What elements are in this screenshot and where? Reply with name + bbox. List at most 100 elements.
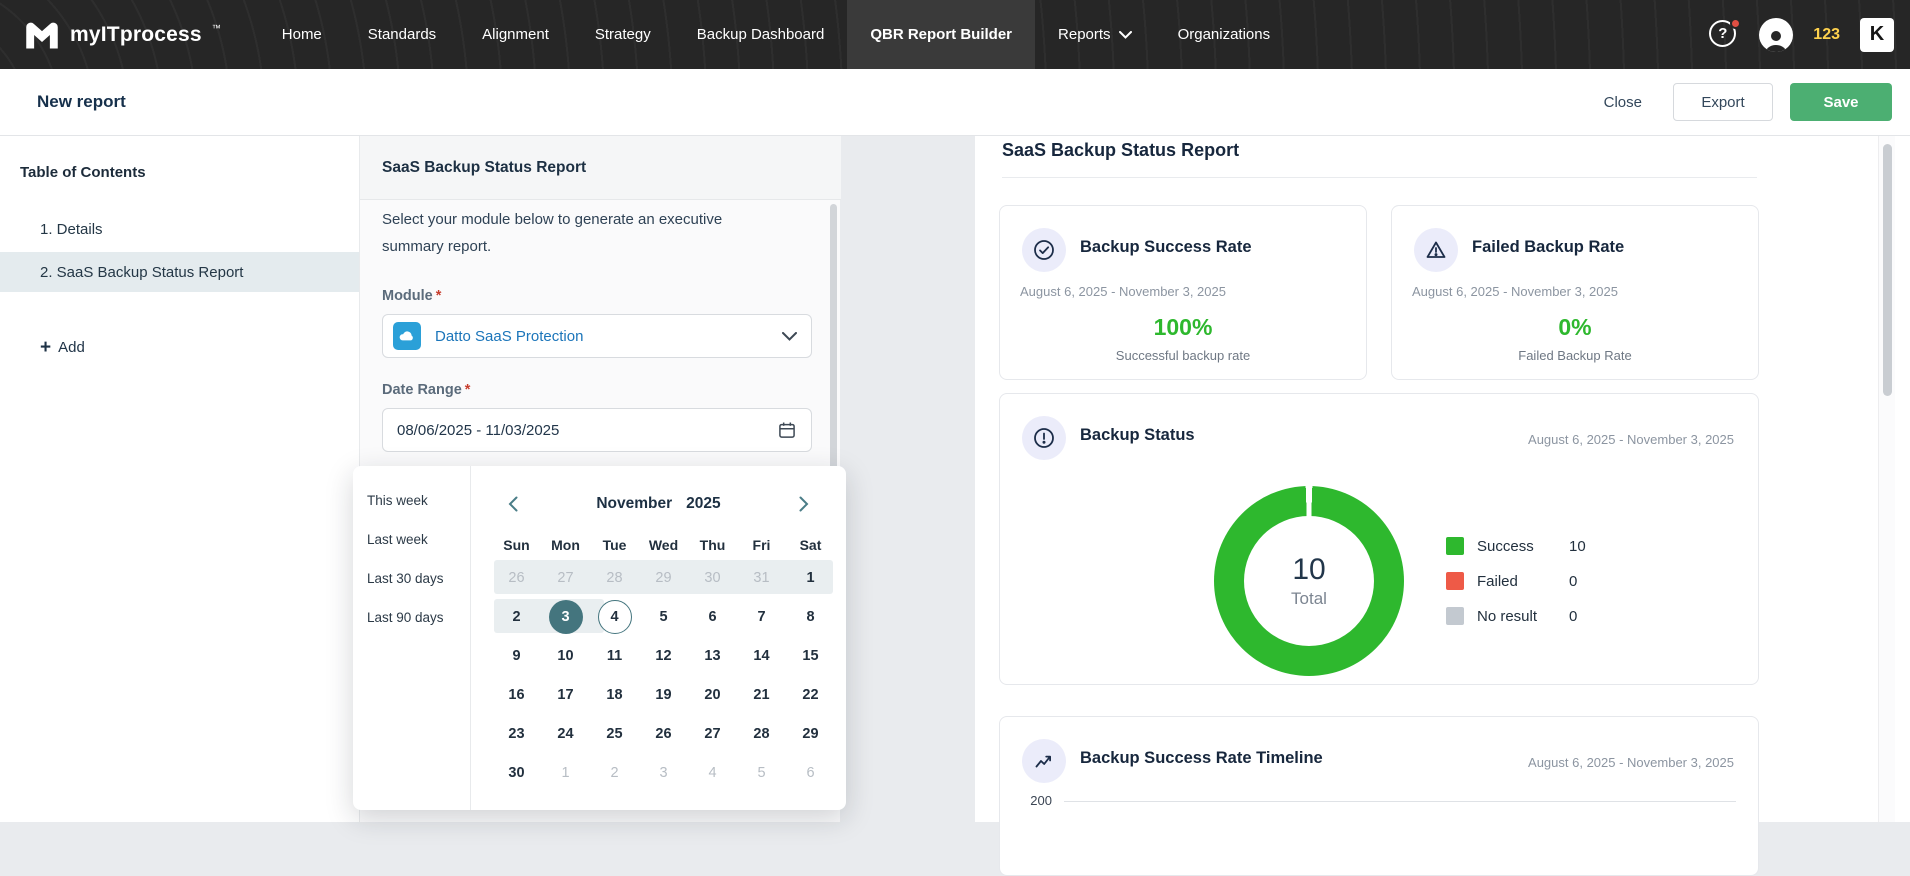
nav-item-reports[interactable]: Reports: [1035, 0, 1155, 69]
calendar-day[interactable]: 7: [737, 597, 786, 636]
card-caption: Failed Backup Rate: [1392, 348, 1758, 363]
calendar-day[interactable]: 6: [688, 597, 737, 636]
calendar-day[interactable]: 29: [639, 558, 688, 597]
nav-item-qbr-report-builder[interactable]: QBR Report Builder: [847, 0, 1035, 69]
calendar-day[interactable]: 19: [639, 675, 688, 714]
calendar-day[interactable]: 28: [590, 558, 639, 597]
chevron-right-icon[interactable]: [792, 492, 816, 516]
day-name: Tue: [603, 537, 627, 553]
calendar-day[interactable]: 14: [737, 636, 786, 675]
add-section-button[interactable]: + Add: [40, 338, 85, 357]
toc-item-details[interactable]: 1. Details: [0, 209, 359, 249]
calendar-day-today[interactable]: 4: [590, 597, 639, 636]
calendar-day[interactable]: 27: [541, 558, 590, 597]
preset-this-week[interactable]: This week: [353, 493, 470, 532]
calendar-day[interactable]: 10: [541, 636, 590, 675]
date-range-input[interactable]: 08/06/2025 - 11/03/2025: [382, 408, 812, 452]
month-year: November 2025: [596, 495, 720, 513]
nav-item-backup-dashboard[interactable]: Backup Dashboard: [674, 0, 848, 69]
close-button[interactable]: Close: [1590, 83, 1656, 121]
calendar-day[interactable]: 1: [541, 753, 590, 792]
calendar-day[interactable]: 23: [492, 714, 541, 753]
donut-legend: Success 10 Failed 0 No result 0: [1446, 532, 1586, 637]
chevron-left-icon[interactable]: [501, 492, 525, 516]
top-navigation: myITprocess ™ Home Standards Alignment S…: [0, 0, 1910, 69]
calendar-day[interactable]: 21: [737, 675, 786, 714]
nav-item-organizations[interactable]: Organizations: [1155, 0, 1294, 69]
nav-items: Home Standards Alignment Strategy Backup…: [259, 0, 1293, 69]
nav-item-standards[interactable]: Standards: [345, 0, 459, 69]
page-scrollbar-thumb[interactable]: [1883, 144, 1892, 396]
day-names-row: Sun Mon Tue Wed Thu Fri Sat: [492, 532, 835, 558]
calendar-day[interactable]: 29: [786, 714, 835, 753]
module-select-value: Datto SaaS Protection: [435, 328, 583, 345]
calendar-day[interactable]: 12: [639, 636, 688, 675]
calendar-day[interactable]: 9: [492, 636, 541, 675]
calendar-day[interactable]: 5: [737, 753, 786, 792]
calendar-day[interactable]: 25: [590, 714, 639, 753]
calendar-day[interactable]: 15: [786, 636, 835, 675]
day-name: Fri: [753, 537, 771, 553]
calendar-day[interactable]: 30: [688, 558, 737, 597]
calendar-day[interactable]: 13: [688, 636, 737, 675]
preset-last-90-days[interactable]: Last 90 days: [353, 610, 470, 649]
avatar-icon[interactable]: [1759, 18, 1793, 52]
legend-item-success: Success 10: [1446, 532, 1586, 560]
module-select[interactable]: Datto SaaS Protection: [382, 314, 812, 358]
calendar-day[interactable]: 3: [639, 753, 688, 792]
calendar-day[interactable]: 2: [590, 753, 639, 792]
preset-last-week[interactable]: Last week: [353, 532, 470, 571]
calendar-week-row: 9 10 11 12 13 14 15: [492, 636, 835, 675]
save-button[interactable]: Save: [1790, 83, 1892, 121]
nav-item-home[interactable]: Home: [259, 0, 345, 69]
calendar-day-selected[interactable]: 3: [541, 597, 590, 636]
card-period: August 6, 2025 - November 3, 2025: [1528, 755, 1734, 770]
calendar-day[interactable]: 5: [639, 597, 688, 636]
calendar-day[interactable]: 30: [492, 753, 541, 792]
success-swatch: [1446, 537, 1464, 555]
backup-success-rate-card: Backup Success Rate August 6, 2025 - Nov…: [999, 205, 1367, 380]
required-marker: *: [436, 288, 442, 304]
calendar-day[interactable]: 20: [688, 675, 737, 714]
calendar-day[interactable]: 24: [541, 714, 590, 753]
calendar-day[interactable]: 16: [492, 675, 541, 714]
calendar-day[interactable]: 17: [541, 675, 590, 714]
page-scrollbar[interactable]: [1878, 136, 1895, 822]
action-buttons: Close Export Save: [1590, 83, 1910, 121]
user-badge: 123: [1813, 26, 1840, 44]
calendar-day[interactable]: 8: [786, 597, 835, 636]
card-period: August 6, 2025 - November 3, 2025: [1020, 284, 1226, 299]
preset-last-30-days[interactable]: Last 30 days: [353, 571, 470, 610]
date-range-value: 08/06/2025 - 11/03/2025: [397, 422, 559, 439]
calendar-day[interactable]: 1: [786, 558, 835, 597]
success-rate-value: 100%: [1000, 314, 1366, 341]
calendar-day[interactable]: 22: [786, 675, 835, 714]
cloud-icon: [393, 322, 421, 350]
content-area: Table of Contents 1. Details 2. SaaS Bac…: [0, 136, 1910, 822]
help-button[interactable]: ?: [1709, 20, 1739, 50]
failed-rate-value: 0%: [1392, 314, 1758, 341]
calendar-day[interactable]: 26: [492, 558, 541, 597]
brand-logo[interactable]: myITprocess ™: [0, 0, 221, 69]
calendar-day[interactable]: 6: [786, 753, 835, 792]
calendar-day[interactable]: 2: [492, 597, 541, 636]
calendar-day[interactable]: 4: [688, 753, 737, 792]
donut-total-value: 10: [1292, 553, 1325, 587]
nav-item-strategy[interactable]: Strategy: [572, 0, 674, 69]
export-button[interactable]: Export: [1673, 83, 1773, 121]
calendar-day[interactable]: 27: [688, 714, 737, 753]
calendar-day[interactable]: 18: [590, 675, 639, 714]
calendar-day[interactable]: 28: [737, 714, 786, 753]
calendar-week-row: 26 27 28 29 30 31 1: [492, 558, 835, 597]
day-name: Mon: [551, 537, 580, 553]
calendar-day[interactable]: 31: [737, 558, 786, 597]
card-title: Failed Backup Rate: [1472, 238, 1624, 257]
calendar-day[interactable]: 26: [639, 714, 688, 753]
nav-item-alignment[interactable]: Alignment: [459, 0, 572, 69]
calendar-day[interactable]: 11: [590, 636, 639, 675]
toc-item-saas-backup-status-report[interactable]: 2. SaaS Backup Status Report: [0, 252, 359, 292]
day-name: Thu: [700, 537, 726, 553]
alert-circle-icon: [1022, 416, 1066, 460]
donut-total-label: Total: [1291, 589, 1327, 609]
partner-logo[interactable]: K: [1860, 18, 1894, 52]
